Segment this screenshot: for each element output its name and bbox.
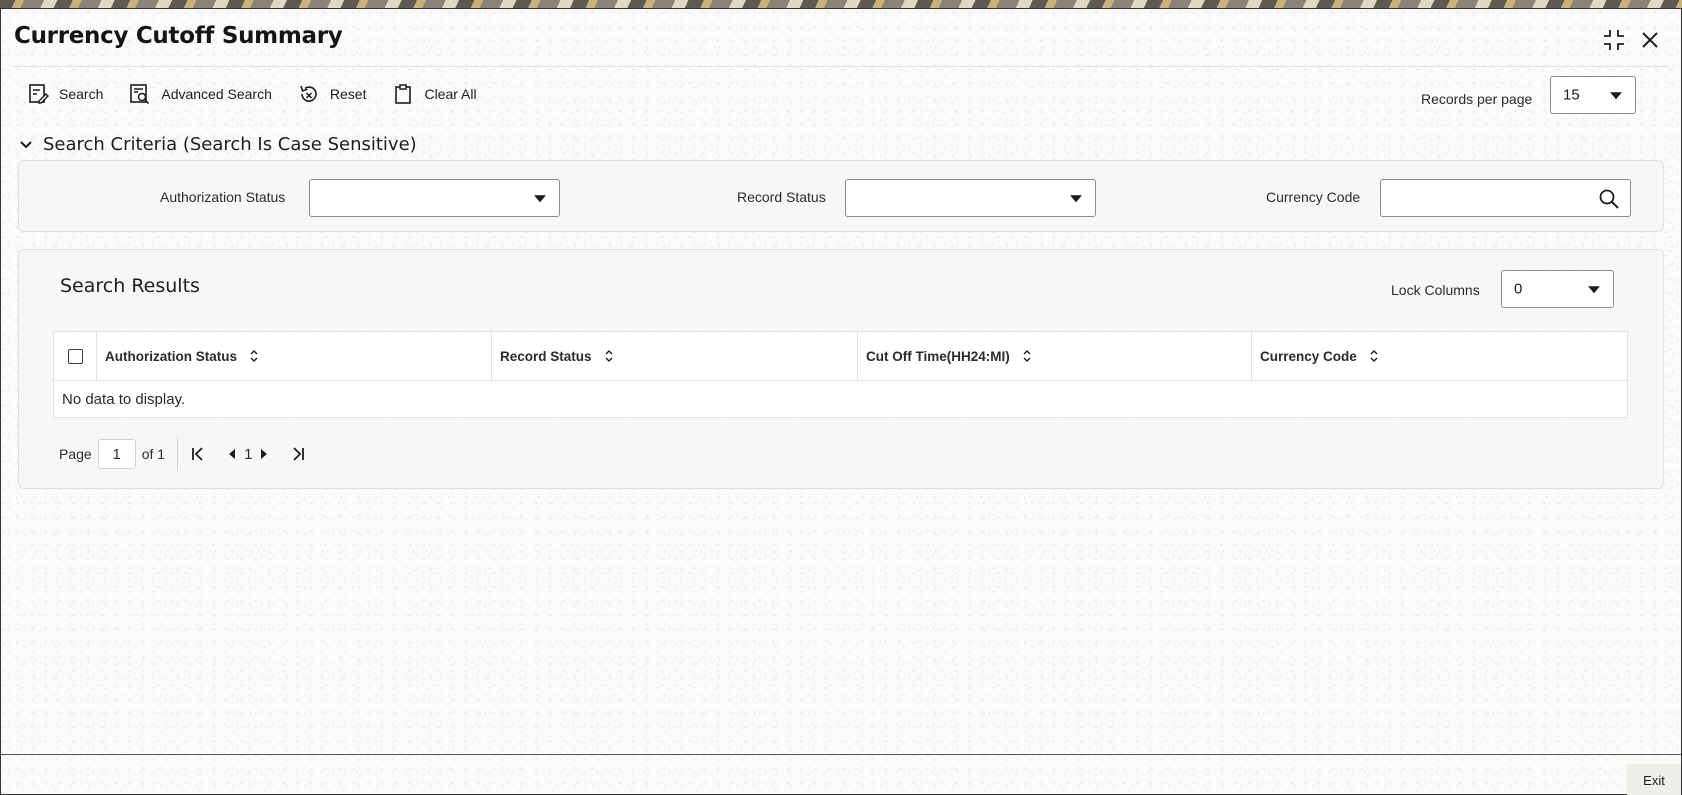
sort-icon[interactable] (1369, 349, 1379, 363)
column-header-label: Record Status (500, 348, 592, 364)
results-table: Authorization Status Record Status Cut O… (53, 331, 1628, 418)
title-divider (13, 66, 1669, 67)
column-header-label: Currency Code (1260, 348, 1357, 364)
record-status-select[interactable] (845, 179, 1096, 217)
first-page-icon (192, 447, 203, 461)
lock-columns-value: 0 (1514, 280, 1523, 298)
currency-cutoff-summary-window: Currency Cutoff Summary Search Advanced … (0, 8, 1682, 795)
page-number-input[interactable]: 1 (97, 439, 136, 469)
first-page-button[interactable] (188, 442, 208, 466)
search-results-title: Search Results (60, 275, 200, 297)
sort-icon[interactable] (604, 349, 614, 363)
clear-all-button[interactable]: Clear All (392, 83, 477, 105)
advanced-search-icon (130, 84, 150, 105)
page-title: Currency Cutoff Summary (14, 23, 343, 49)
empty-table-message: No data to display. (62, 390, 186, 408)
previous-page-button[interactable] (222, 442, 242, 466)
clipboard-icon (395, 84, 412, 104)
sort-icon[interactable] (249, 349, 259, 363)
next-page-icon (261, 449, 268, 459)
advanced-search-button[interactable]: Advanced Search (129, 83, 272, 105)
chevron-down-icon (534, 195, 546, 203)
lock-columns-select[interactable]: 0 (1501, 270, 1614, 308)
current-page-number[interactable]: 1 (244, 446, 252, 463)
exit-button-label: Exit (1643, 772, 1665, 788)
pagination-divider (177, 437, 179, 471)
search-results-panel: Search Results Lock Columns 0 Authorizat… (18, 249, 1664, 489)
records-per-page-select[interactable]: 15 (1550, 76, 1636, 114)
background-banner (0, 0, 1682, 8)
close-icon[interactable] (1637, 27, 1663, 53)
record-status-label: Record Status (737, 189, 826, 205)
search-button[interactable]: Search (27, 83, 103, 105)
chevron-down-icon (1070, 195, 1082, 203)
table-header: Authorization Status Record Status Cut O… (54, 332, 1627, 381)
currency-code-label: Currency Code (1266, 189, 1361, 205)
records-per-page-label: Records per page (1421, 91, 1533, 107)
records-per-page-value: 15 (1563, 86, 1580, 104)
advanced-search-button-label: Advanced Search (161, 86, 272, 102)
previous-page-icon (229, 449, 236, 459)
search-criteria-panel: Authorization Status Record Status Curre… (18, 160, 1664, 232)
clear-all-button-label: Clear All (424, 86, 477, 102)
lock-columns-label: Lock Columns (1391, 282, 1480, 298)
search-criteria-toggle[interactable]: Search Criteria (Search Is Case Sensitiv… (19, 134, 417, 155)
last-page-icon (293, 447, 305, 461)
select-all-checkbox[interactable] (67, 348, 83, 364)
column-header-record-status[interactable]: Record Status (492, 332, 858, 380)
authorization-status-select[interactable] (309, 179, 560, 217)
search-icon[interactable] (1598, 188, 1620, 210)
page-number-input-value: 1 (112, 445, 121, 463)
column-header-authorization-status[interactable]: Authorization Status (97, 332, 492, 380)
column-header-label: Cut Off Time(HH24:MI) (866, 348, 1010, 364)
search-button-label: Search (59, 86, 104, 102)
toolbar: Search Advanced Search Reset Clear All (27, 79, 503, 109)
last-page-button[interactable] (288, 442, 308, 466)
chevron-down-icon (1588, 286, 1600, 294)
search-criteria-heading: Search Criteria (Search Is Case Sensitiv… (43, 134, 417, 155)
page-total-label: of 1 (141, 446, 166, 462)
chevron-down-icon (1610, 92, 1622, 100)
select-all-cell (54, 332, 97, 380)
maximize-icon[interactable] (1601, 27, 1627, 53)
reset-button-label: Reset (329, 86, 367, 102)
sort-icon[interactable] (1022, 349, 1032, 363)
reset-icon (300, 85, 317, 102)
page-label: Page (59, 446, 92, 462)
footer-divider (1, 754, 1681, 755)
exit-button[interactable]: Exit (1627, 764, 1681, 795)
column-header-cut-off-time[interactable]: Cut Off Time(HH24:MI) (858, 332, 1252, 380)
reset-button[interactable]: Reset (298, 83, 367, 105)
search-form-icon (29, 84, 49, 104)
column-header-label: Authorization Status (105, 348, 237, 364)
currency-code-input[interactable] (1380, 179, 1631, 217)
authorization-status-label: Authorization Status (160, 189, 286, 205)
next-page-button[interactable] (254, 442, 274, 466)
pagination: Page 1 of 1 1 (59, 437, 308, 471)
chevron-down-icon (20, 140, 32, 148)
column-header-currency-code[interactable]: Currency Code (1252, 332, 1627, 380)
